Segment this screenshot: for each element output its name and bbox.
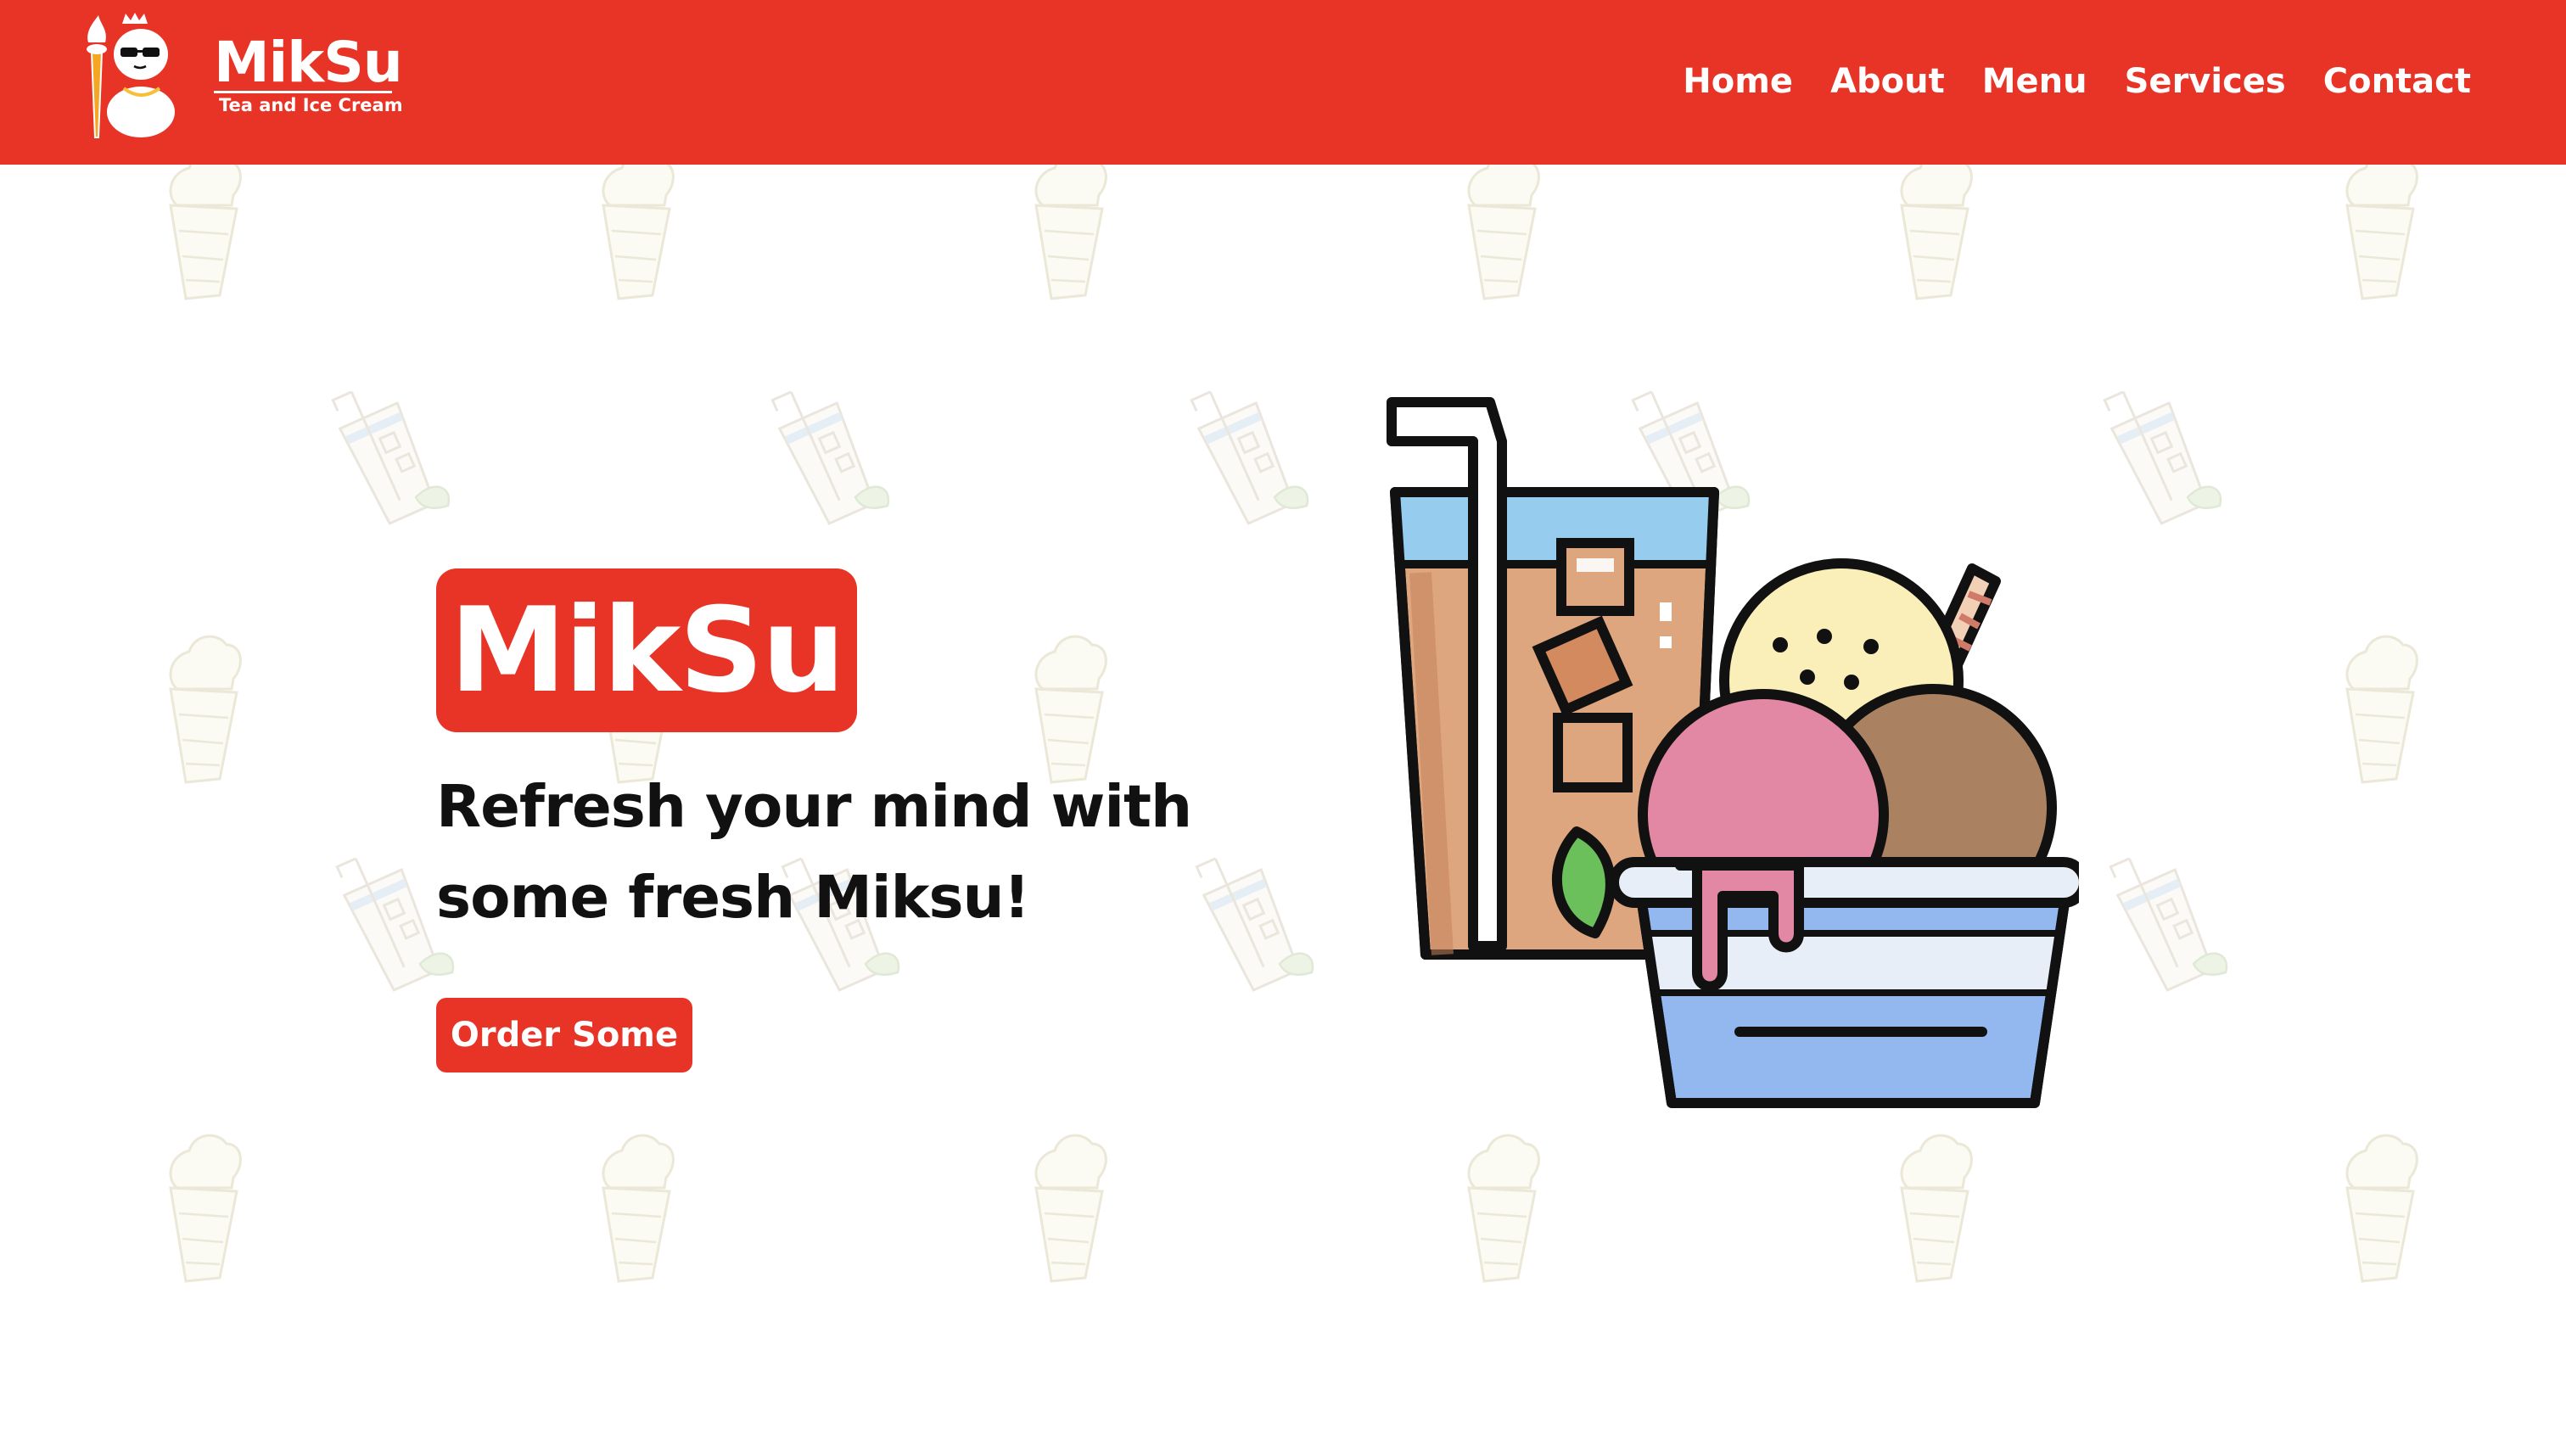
nav-menu-link[interactable]: Menu (1982, 62, 2087, 101)
ice-cream-cone-icon (1034, 165, 1107, 300)
nav-contact-link[interactable]: Contact (2323, 62, 2471, 101)
ice-cream-cone-icon (602, 1134, 675, 1283)
iced-tea-glass-icon (2106, 843, 2227, 993)
iced-tea-glass-icon (328, 377, 449, 526)
nav-home-link[interactable]: Home (1683, 62, 1793, 101)
brand-underline (214, 91, 392, 93)
ice-cream-cone-icon (169, 635, 242, 784)
ice-cream-cone-icon (1034, 1134, 1107, 1283)
ice-cream-cone-icon (2345, 635, 2418, 784)
nav-services-link[interactable]: Services (2125, 62, 2286, 101)
hero-tagline-line1: Refresh your mind with (436, 773, 1192, 841)
hero-brand-badge: MikSu (436, 568, 857, 732)
mascot-logo-icon (87, 13, 175, 138)
iced-tea-glass-icon (768, 377, 888, 526)
main-nav: Home About Menu Services Contact (1683, 48, 2471, 115)
ice-cream-cone-icon (1467, 1134, 1540, 1283)
hero-brand-name: MikSu (449, 582, 845, 719)
ice-cream-cone-icon (2345, 165, 2418, 300)
iced-tea-glass-icon (2100, 377, 2221, 526)
ice-cream-cone-icon (602, 165, 675, 300)
navbar: MikSu Tea and Ice Cream Home About Menu … (0, 0, 2566, 165)
hero-tagline-line2: some fresh Miksu! (436, 864, 1030, 932)
ice-cream-cone-icon (1900, 165, 1973, 300)
iced-tea-glass-icon (333, 843, 453, 993)
milk-tea-and-ice-cream-illustration (1387, 397, 2079, 1108)
hero-tagline: Refresh your mind with some fresh Miksu! (436, 762, 1200, 944)
brand-tagline: Tea and Ice Cream (219, 95, 403, 115)
ice-cream-cone-icon (1467, 165, 1540, 300)
iced-tea-glass-icon (1192, 843, 1313, 993)
ice-cream-cone-icon (169, 1134, 242, 1283)
iced-tea-glass-icon (1187, 377, 1308, 526)
order-some-button[interactable]: Order Some (436, 998, 692, 1072)
ice-cream-cone-icon (1900, 1134, 1973, 1283)
nav-about-link[interactable]: About (1830, 62, 1945, 101)
ice-cream-cone-icon (169, 165, 242, 300)
ice-cream-cone-icon (1034, 635, 1107, 784)
ice-cream-cone-icon (2345, 1134, 2418, 1283)
background-pattern (169, 165, 2418, 1283)
